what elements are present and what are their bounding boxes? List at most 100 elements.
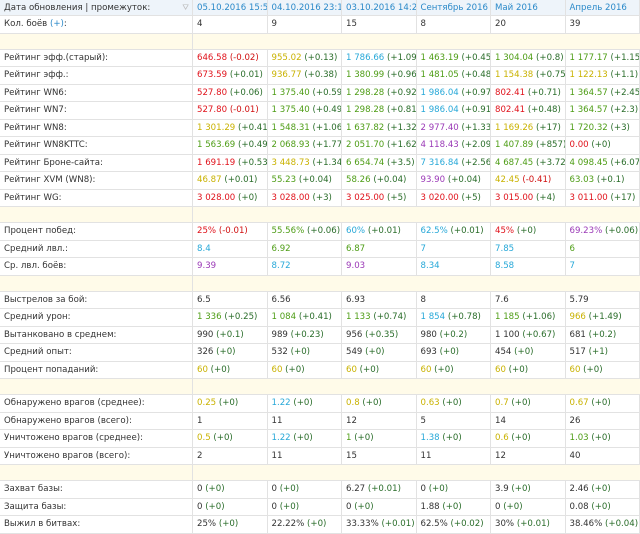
spacer-row — [0, 275, 640, 292]
stat-value: 46.87 — [197, 175, 222, 186]
spacer-cell — [416, 206, 491, 223]
stat-delta: (+0.75) — [536, 70, 564, 81]
spacer-cell — [416, 378, 491, 395]
stat-row: Уничтожено врагов (всего): 2 11 15 11 12 40 — [0, 447, 640, 465]
stat-value: 60 — [495, 364, 506, 375]
stat-value: 1.22 — [271, 433, 291, 444]
stat-delta: (+0.81) — [387, 105, 415, 116]
stat-value: 14 — [495, 415, 506, 426]
stat-delta: (+0.41) — [238, 122, 266, 133]
header-date-3[interactable]: Сентябрь 2016 — [416, 0, 491, 16]
header-label-cell: Дата обновления | промежуток: ⛛ — [0, 0, 193, 16]
spacer-cell — [267, 464, 342, 481]
stat-delta: (+1.49) — [588, 312, 622, 323]
stat-value: 2 068.93 — [271, 140, 310, 151]
stat-value: 7 — [420, 243, 426, 254]
stat-cell: 1 154.38 (+0.75) — [490, 66, 566, 85]
stat-cell: 527.80 (-0.01) — [192, 101, 268, 120]
stat-delta: (+0.48) — [461, 70, 490, 81]
header-date-0[interactable]: 05.10.2016 15:57 — [192, 0, 268, 16]
stat-cell: 62.5% (+0.02) — [416, 515, 491, 534]
stat-cell: 0.08 (+0) — [565, 498, 640, 516]
stat-value: 527.80 — [197, 87, 228, 98]
stat-value: 1 380.99 — [346, 70, 385, 81]
stat-delta: (+0) — [516, 226, 537, 237]
stat-value: 60 — [271, 364, 283, 375]
stat-value: 30% — [495, 519, 515, 530]
stat-value: 966 — [569, 312, 586, 323]
stat-value: 9.03 — [346, 261, 366, 272]
stat-delta: (+0) — [359, 364, 380, 375]
stat-cell: 955.02 (+0.13) — [267, 49, 342, 67]
stat-value: 1 854 — [420, 312, 446, 323]
stat-value: 3 015.00 — [495, 192, 534, 203]
stat-value: 989 — [271, 329, 288, 340]
stat-delta: (+0.78) — [447, 312, 481, 323]
stat-cell: 0.6 (+0) — [490, 429, 566, 448]
stat-cell: 8.72 — [267, 257, 342, 276]
stat-cell: 8.58 — [490, 257, 566, 276]
stat-label: Вытанковано в среднем: — [0, 326, 193, 344]
stat-cell: 30% (+0.01) — [490, 515, 566, 534]
stat-value: 6 654.74 — [346, 157, 385, 168]
stat-cell: 646.58 (-0.02) — [192, 49, 268, 67]
stat-delta: (+0) — [442, 501, 462, 512]
stat-cell: 7 — [565, 257, 640, 276]
stat-cell: 45% (+0) — [490, 222, 566, 241]
stat-value: 25% — [197, 519, 217, 530]
stat-value: 1 — [197, 415, 203, 426]
stat-value: 8.72 — [271, 261, 291, 272]
stat-cell: 1 177.17 (+1.15) — [565, 49, 640, 67]
stat-delta: (+1.34) — [312, 157, 341, 168]
stat-value: 8 — [420, 294, 426, 305]
stat-value: 3 448.73 — [271, 157, 310, 168]
stat-label: Рейтинг WG: — [0, 189, 193, 207]
stat-cell: 1 336 (+0.25) — [192, 308, 268, 327]
stat-cell: 60 (+0) — [341, 361, 417, 379]
stat-cell: 60 (+0) — [490, 361, 566, 379]
stat-value: 12 — [495, 450, 506, 461]
stat-label: Средний урон: — [0, 308, 193, 327]
stat-value: 1 481.05 — [420, 70, 459, 81]
header-date-4[interactable]: Май 2016 — [490, 0, 566, 16]
stat-cell: 60 (+0) — [192, 361, 268, 379]
stat-cell: 0 (+0) — [416, 480, 491, 499]
stat-label: Выстрелов за бой: — [0, 291, 193, 309]
stat-cell: 3 025.00 (+5) — [341, 189, 417, 207]
stat-cell: 12 — [490, 447, 566, 465]
header-date-5[interactable]: Апрель 2016 — [565, 0, 640, 16]
stat-delta: (-0.01) — [218, 226, 248, 237]
stat-value: 1 548.31 — [271, 122, 310, 133]
stat-value: 1.38 — [420, 433, 440, 444]
stat-delta: (+0) — [290, 347, 311, 358]
stat-value: 1 637.82 — [346, 122, 385, 133]
stat-value: 8.34 — [420, 261, 440, 272]
battles-expand-link[interactable]: (+) — [50, 19, 64, 29]
stat-value: 62.5% — [420, 519, 448, 530]
header-date-2[interactable]: 03.10.2016 14:22 — [341, 0, 417, 16]
stat-delta: (+0.04) — [605, 519, 639, 530]
stat-value: 4 118.43 — [420, 140, 459, 151]
spacer-cell — [565, 206, 640, 223]
stat-cell: 6.27 (+0.01) — [341, 480, 417, 499]
spacer-cell — [341, 464, 416, 481]
stat-cell: 4 098.45 (+6.07) — [565, 154, 640, 172]
stat-value: 0.67 — [569, 398, 589, 409]
stat-label: Ср. лвл. боёв: — [0, 257, 193, 276]
stat-delta: (+0.01) — [450, 226, 484, 237]
header-date-1[interactable]: 04.10.2016 23:18 — [267, 0, 342, 16]
stat-value: 0.08 — [569, 501, 589, 512]
filter-icon[interactable]: ⛛ — [182, 3, 189, 13]
spacer-cell — [267, 275, 342, 292]
stat-cell: 1 185 (+1.06) — [490, 308, 566, 327]
stat-value: 5 — [420, 415, 426, 426]
stat-cell: 55.56% (+0.06) — [267, 222, 342, 241]
stat-cell: 6.56 — [267, 291, 342, 309]
stat-delta: (+0) — [591, 398, 611, 409]
stat-value: 1 364.57 — [569, 87, 608, 98]
stat-cell: 6 654.74 (+3.5) — [341, 154, 417, 172]
stat-delta: (+5) — [461, 192, 481, 203]
stats-table: Дата обновления | промежуток: ⛛ 05.10.20… — [0, 0, 640, 534]
stat-value: 1 336 — [197, 312, 222, 323]
stat-delta: (-0.01) — [229, 105, 259, 116]
